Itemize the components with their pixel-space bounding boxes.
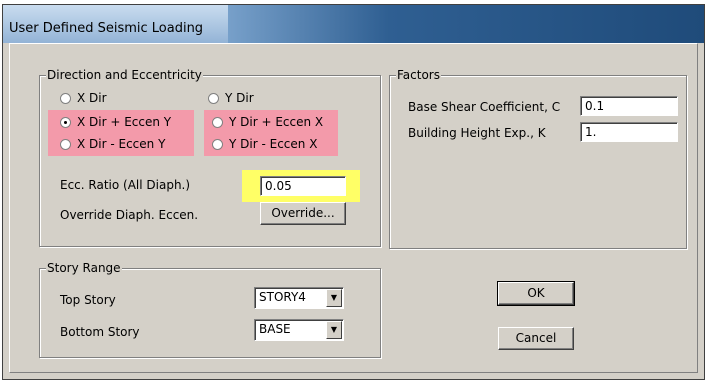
radio-y-minus-label: Y Dir - Eccen X [229,137,318,151]
override-button[interactable]: Override... [260,202,346,225]
radio-x-plus-circle[interactable] [60,116,71,128]
base-shear-input[interactable]: 0.1 [580,96,678,116]
radio-x-dir-label: X Dir [77,91,107,105]
radio-x-minus-label: X Dir - Eccen Y [77,137,166,151]
cancel-button[interactable]: Cancel [498,327,574,350]
base-shear-label: Base Shear Coefficient, C [408,100,561,114]
radio-y-plus-circle[interactable] [212,116,223,128]
dialog-window: User Defined Seismic Loading Direction a… [2,4,705,380]
bottom-story-select[interactable]: BASE ▼ [254,319,344,341]
override-label: Override Diaph. Eccen. [60,208,199,222]
radio-y-dir-label: Y Dir [225,91,254,105]
bottom-story-value: BASE [259,322,291,336]
top-story-value: STORY4 [259,290,306,304]
height-exp-label: Building Height Exp., K [408,126,546,140]
radio-x-plus-label: X Dir + Eccen Y [77,115,172,129]
title-bar[interactable]: User Defined Seismic Loading [3,5,704,43]
radio-x-minus-circle[interactable] [60,138,71,150]
radio-x-dir-minus-eccen-y[interactable]: X Dir - Eccen Y [60,134,165,154]
window-title: User Defined Seismic Loading [9,21,204,36]
factors-group: Factors Base Shear Coefficient, C 0.1 Bu… [389,68,687,249]
direction-group: Direction and Eccentricity X Dir Y Dir X… [39,68,381,247]
story-range-group: Story Range Top Story STORY4 ▼ Bottom St… [39,261,381,358]
radio-y-dir[interactable]: Y Dir [208,88,254,108]
radio-x-dir-circle[interactable] [60,92,71,104]
radio-y-dir-minus-eccen-x[interactable]: Y Dir - Eccen X [212,134,317,154]
radio-x-dir[interactable]: X Dir [60,88,107,108]
radio-y-plus-label: Y Dir + Eccen X [229,115,324,129]
ok-button[interactable]: OK [497,281,575,306]
radio-y-dir-plus-eccen-x[interactable]: Y Dir + Eccen X [212,112,323,132]
radio-x-dir-plus-eccen-y[interactable]: X Dir + Eccen Y [60,112,171,132]
dialog-client-area: Direction and Eccentricity X Dir Y Dir X… [9,43,698,373]
ecc-ratio-input[interactable]: 0.05 [260,176,346,196]
bottom-story-label: Bottom Story [60,325,140,339]
radio-y-dir-circle[interactable] [208,92,219,104]
chevron-down-icon[interactable]: ▼ [326,289,342,307]
top-story-label: Top Story [60,293,116,307]
chevron-down-icon[interactable]: ▼ [326,321,342,339]
ecc-ratio-label: Ecc. Ratio (All Diaph.) [60,178,191,192]
factors-group-legend: Factors [396,68,441,82]
height-exp-input[interactable]: 1. [580,122,678,142]
direction-group-legend: Direction and Eccentricity [46,68,203,82]
radio-y-minus-circle[interactable] [212,138,223,150]
story-range-legend: Story Range [46,261,122,275]
top-story-select[interactable]: STORY4 ▼ [254,287,344,309]
